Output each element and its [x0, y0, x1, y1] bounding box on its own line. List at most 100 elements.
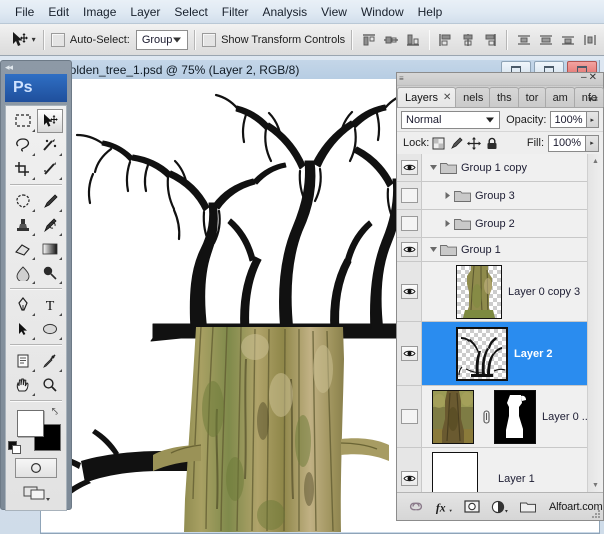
- close-icon[interactable]: ✕: [443, 92, 451, 103]
- layer-content[interactable]: Layer 1: [422, 448, 603, 492]
- pen-tool-icon[interactable]: [10, 293, 36, 317]
- menu-item-view[interactable]: View: [314, 3, 354, 21]
- chevron-down-icon[interactable]: [426, 245, 440, 254]
- link-layers-icon[interactable]: [407, 498, 425, 516]
- panel-window-controls[interactable]: –✕: [581, 72, 599, 83]
- tree-photo-thumb[interactable]: [432, 390, 474, 444]
- align-top-edges-icon[interactable]: [359, 30, 379, 50]
- layers-panel-title-bar[interactable]: ≡ –✕: [397, 73, 603, 86]
- visibility-cell[interactable]: [397, 448, 422, 492]
- align-left-edges-icon[interactable]: [436, 30, 456, 50]
- tab-channels[interactable]: nels: [455, 87, 490, 107]
- layer-row-layer-0[interactable]: Layer 0 ...: [397, 386, 603, 448]
- lock-position-icon[interactable]: [465, 134, 483, 152]
- lock-transparent-pixels-icon[interactable]: [429, 134, 447, 152]
- layer-content[interactable]: Layer 0 ...: [422, 386, 603, 447]
- menu-item-image[interactable]: Image: [76, 3, 123, 21]
- chevron-right-icon[interactable]: [440, 191, 454, 200]
- scroll-down-icon[interactable]: ▼: [588, 478, 603, 492]
- new-adjustment-layer-icon[interactable]: [491, 498, 509, 516]
- distribute-left-edges-icon[interactable]: [580, 30, 600, 50]
- visibility-cell[interactable]: [397, 154, 422, 181]
- panel-grip-icon[interactable]: ≡: [399, 74, 403, 83]
- menu-item-analysis[interactable]: Analysis: [255, 3, 314, 21]
- tree-layer-mask-thumb[interactable]: [494, 390, 536, 444]
- opacity-stepper[interactable]: ▸: [587, 111, 599, 128]
- chevron-down-icon[interactable]: [426, 163, 440, 172]
- crop-tool-icon[interactable]: [10, 157, 36, 181]
- eye-icon-hidden[interactable]: [401, 216, 418, 231]
- layer-row-layer-1[interactable]: Layer 1: [397, 448, 603, 492]
- type-tool-icon[interactable]: T: [37, 293, 63, 317]
- path-selection-tool-icon[interactable]: [10, 317, 36, 341]
- distribute-top-edges-icon[interactable]: [514, 30, 534, 50]
- opacity-input[interactable]: 100%: [550, 111, 586, 128]
- visibility-cell[interactable]: [397, 182, 422, 209]
- eyedropper-tool-icon[interactable]: [37, 349, 63, 373]
- visibility-cell[interactable]: [397, 262, 422, 321]
- eye-icon[interactable]: [401, 284, 418, 299]
- zoom-tool-icon[interactable]: [37, 373, 63, 397]
- fill-input[interactable]: 100%: [548, 135, 586, 152]
- history-brush-tool-icon[interactable]: [37, 213, 63, 237]
- layer-row-group-3[interactable]: Group 3: [397, 182, 603, 210]
- layer-style-fx-icon[interactable]: fx: [435, 498, 453, 516]
- align-vertical-centers-icon[interactable]: [381, 30, 401, 50]
- distribute-vertical-centers-icon[interactable]: [536, 30, 556, 50]
- dodge-tool-icon[interactable]: [37, 261, 63, 285]
- add-layer-mask-icon[interactable]: [463, 498, 481, 516]
- marquee-tool-icon[interactable]: [10, 109, 36, 133]
- eye-icon-hidden[interactable]: [401, 188, 418, 203]
- notes-tool-icon[interactable]: [10, 349, 36, 373]
- screen-mode-icon[interactable]: [16, 483, 56, 503]
- gradient-tool-icon[interactable]: [37, 237, 63, 261]
- scroll-up-icon[interactable]: ▲: [588, 154, 603, 168]
- visibility-cell[interactable]: [397, 386, 422, 447]
- auto-select-checkbox[interactable]: [51, 33, 65, 47]
- layer-row-group-1[interactable]: Group 1: [397, 238, 603, 262]
- eye-icon[interactable]: [401, 160, 418, 175]
- layers-list[interactable]: Group 1 copy Group 3: [397, 154, 603, 492]
- visibility-cell[interactable]: [397, 238, 422, 261]
- eye-icon-hidden[interactable]: [401, 409, 418, 424]
- fill-stepper[interactable]: ▸: [586, 135, 599, 152]
- healing-brush-tool-icon[interactable]: [10, 189, 36, 213]
- magic-wand-tool-icon[interactable]: [37, 133, 63, 157]
- eye-icon[interactable]: [401, 346, 418, 361]
- layer-content[interactable]: Group 1 copy: [422, 154, 603, 181]
- show-transform-controls-checkbox[interactable]: [202, 33, 216, 47]
- layer-row-group-1-copy[interactable]: Group 1 copy: [397, 154, 603, 182]
- menu-item-filter[interactable]: Filter: [215, 3, 256, 21]
- menu-item-help[interactable]: Help: [411, 3, 450, 21]
- tab-layers[interactable]: Layers ✕: [397, 87, 456, 107]
- tab-histogram[interactable]: am: [545, 87, 575, 107]
- new-group-icon[interactable]: [519, 498, 537, 516]
- align-horizontal-centers-icon[interactable]: [458, 30, 478, 50]
- slice-tool-icon[interactable]: [37, 157, 63, 181]
- align-bottom-edges-icon[interactable]: [403, 30, 423, 50]
- layer-content[interactable]: Layer 0 copy 3: [422, 262, 603, 321]
- menu-item-edit[interactable]: Edit: [41, 3, 76, 21]
- lasso-tool-icon[interactable]: [10, 133, 36, 157]
- ellipse-shape-tool-icon[interactable]: [37, 317, 63, 341]
- eye-icon[interactable]: [401, 471, 418, 486]
- panel-menu-icon[interactable]: ▾≡: [585, 92, 601, 106]
- layer-row-layer-2[interactable]: Layer 2: [397, 322, 603, 386]
- menu-item-window[interactable]: Window: [354, 3, 411, 21]
- tree-trunk-thumb[interactable]: [456, 265, 502, 319]
- tab-paths[interactable]: ths: [489, 87, 519, 107]
- layers-scrollbar[interactable]: ▲ ▼: [587, 154, 603, 492]
- visibility-cell[interactable]: [397, 210, 422, 237]
- layer-content[interactable]: Layer 2: [422, 322, 603, 385]
- foreground-color-swatch[interactable]: [17, 410, 44, 437]
- lock-image-pixels-icon[interactable]: [447, 134, 465, 152]
- panel-resize-grip[interactable]: [593, 510, 601, 518]
- layer-content[interactable]: Group 1: [422, 238, 603, 261]
- menu-item-layer[interactable]: Layer: [123, 3, 167, 21]
- clone-stamp-tool-icon[interactable]: [10, 213, 36, 237]
- brush-tool-icon[interactable]: [37, 189, 63, 213]
- layer-content[interactable]: Group 3: [422, 182, 603, 209]
- auto-select-dropdown[interactable]: Group: [136, 30, 189, 50]
- swap-colors-icon[interactable]: ⤣: [52, 406, 58, 419]
- quick-mask-mode-icon[interactable]: [15, 458, 57, 478]
